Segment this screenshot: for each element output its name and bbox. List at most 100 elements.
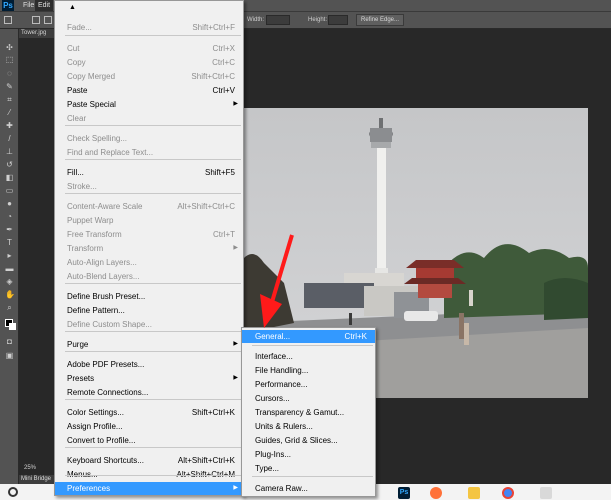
3d-tool-icon[interactable]: ◈ — [5, 277, 14, 286]
menu-item-label: Auto-Blend Layers... — [67, 272, 140, 281]
gradient-tool-icon[interactable]: ▭ — [5, 186, 14, 195]
menu-item-remote-connections[interactable]: Remote Connections... — [55, 386, 243, 399]
pref-item-interface[interactable]: Interface... — [242, 350, 375, 363]
new-selection-icon[interactable] — [32, 16, 40, 24]
menu-item-auto-blend-layers[interactable]: Auto-Blend Layers... — [55, 270, 243, 283]
menu-item-cut[interactable]: Cut Ctrl+X — [55, 42, 243, 55]
menu-item-label: Content-Aware Scale — [67, 202, 143, 211]
app-icon[interactable] — [540, 487, 552, 499]
menu-edit[interactable]: Edit — [35, 0, 54, 11]
menu-item-keyboard-shortcuts[interactable]: Keyboard Shortcuts... Alt+Shift+Ctrl+K — [55, 454, 243, 467]
menu-item-label: Assign Profile... — [67, 422, 123, 431]
menu-item-define-pattern[interactable]: Define Pattern... — [55, 304, 243, 317]
history-brush-icon[interactable]: ↺ — [5, 160, 14, 169]
menu-item-label: Interface... — [255, 352, 293, 361]
menu-item-find-and-replace-text[interactable]: Find and Replace Text... — [55, 146, 243, 159]
chrome-icon[interactable] — [502, 487, 514, 499]
menu-item-puppet-warp[interactable]: Puppet Warp — [55, 214, 243, 227]
screen-mode-icon[interactable]: ▣ — [5, 351, 14, 360]
lasso-tool-icon[interactable]: ◌ — [5, 69, 14, 78]
menu-item-content-aware-scale[interactable]: Content-Aware Scale Alt+Shift+Ctrl+C — [55, 200, 243, 213]
brush-tool-icon[interactable]: / — [5, 134, 14, 143]
menu-item-presets[interactable]: Presets ▶ — [55, 372, 243, 385]
menu-item-label: Units & Rulers... — [255, 422, 313, 431]
menu-item-color-settings[interactable]: Color Settings... Shift+Ctrl+K — [55, 406, 243, 419]
shape-tool-icon[interactable]: ▬ — [5, 264, 14, 273]
clone-stamp-icon[interactable]: ⊥ — [5, 147, 14, 156]
search-icon[interactable] — [8, 487, 18, 497]
path-selection-icon[interactable]: ▸ — [5, 251, 14, 260]
menu-item-stroke[interactable]: Stroke... — [55, 180, 243, 193]
menu-item-define-brush-preset[interactable]: Define Brush Preset... — [55, 290, 243, 303]
menu-item-label: Guides, Grid & Slices... — [255, 436, 338, 445]
firefox-icon[interactable] — [430, 487, 442, 499]
menu-item-adobe-pdf-presets[interactable]: Adobe PDF Presets... — [55, 358, 243, 371]
submenu-arrow-icon: ▶ — [233, 341, 238, 347]
type-tool-icon[interactable]: T — [5, 238, 14, 247]
menu-separator — [65, 331, 241, 332]
quick-selection-icon[interactable]: ✎ — [5, 82, 14, 91]
marquee-tool-icon[interactable]: ⬚ — [5, 55, 14, 64]
menu-item-paste[interactable]: Paste Ctrl+V — [55, 84, 243, 97]
menu-item-shortcut: Alt+Shift+Ctrl+K — [177, 456, 235, 465]
dodge-tool-icon[interactable]: ◔ — [5, 212, 14, 221]
height-field[interactable] — [328, 15, 348, 25]
menu-item-label: Performance... — [255, 380, 308, 389]
pref-item-transparency-gamut[interactable]: Transparency & Gamut... — [242, 406, 375, 419]
folder-icon[interactable] — [468, 487, 480, 499]
menu-item-copy-merged[interactable]: Copy Merged Shift+Ctrl+C — [55, 70, 243, 83]
menu-item-label: Color Settings... — [67, 408, 124, 417]
pref-item-cursors[interactable]: Cursors... — [242, 392, 375, 405]
eyedropper-icon[interactable]: ⁄ — [5, 108, 14, 117]
menu-item-label: Type... — [255, 464, 280, 473]
menu-item-check-spelling[interactable]: Check Spelling... — [55, 132, 243, 145]
pen-tool-icon[interactable]: ✒ — [5, 225, 14, 234]
pref-item-plug-ins[interactable]: Plug-Ins... — [242, 448, 375, 461]
blur-tool-icon[interactable]: ● — [5, 199, 14, 208]
menu-item-label: Auto-Align Layers... — [67, 258, 137, 267]
menu-item-copy[interactable]: Copy Ctrl+C — [55, 56, 243, 69]
menu-item-shortcut: Alt+Shift+Ctrl+C — [177, 202, 235, 211]
scroll-up-arrow-icon[interactable]: ▲ — [69, 4, 76, 11]
eraser-icon[interactable]: ◧ — [5, 173, 14, 182]
menu-item-free-transform[interactable]: Free Transform Ctrl+T — [55, 228, 243, 241]
pref-item-guides-grid-slices[interactable]: Guides, Grid & Slices... — [242, 434, 375, 447]
menu-item-preferences[interactable]: Preferences ▶ — [55, 482, 243, 495]
document-tab[interactable]: Tower.jpg — [19, 29, 55, 38]
tool-preset-icon[interactable] — [4, 16, 12, 24]
menu-item-fade[interactable]: Fade... Shift+Ctrl+F — [55, 21, 243, 34]
move-tool-icon[interactable]: ✣ — [5, 43, 14, 52]
quick-mask-icon[interactable]: ◘ — [5, 337, 14, 346]
refine-edge-button[interactable]: Refine Edge... — [356, 14, 404, 26]
menu-item-fill[interactable]: Fill... Shift+F5 — [55, 166, 243, 179]
menu-separator — [65, 193, 241, 194]
background-color-swatch[interactable] — [9, 323, 16, 330]
mini-bridge-tab[interactable]: Mini Bridge — [19, 475, 55, 484]
menu-item-label: Copy — [67, 58, 86, 67]
pref-item-camera-raw[interactable]: Camera Raw... — [242, 482, 375, 495]
width-field[interactable] — [266, 15, 290, 25]
menu-item-auto-align-layers[interactable]: Auto-Align Layers... — [55, 256, 243, 269]
pref-item-file-handling[interactable]: File Handling... — [242, 364, 375, 377]
hand-tool-icon[interactable]: ✋ — [5, 290, 15, 299]
photoshop-taskbar-icon[interactable]: Ps — [398, 487, 410, 499]
preferences-submenu: General... Ctrl+K Interface... File Handlin… — [241, 327, 376, 497]
menu-item-assign-profile[interactable]: Assign Profile... — [55, 420, 243, 433]
zoom-tool-icon[interactable]: ⌕ — [5, 303, 14, 312]
pref-item-performance[interactable]: Performance... — [242, 378, 375, 391]
menu-item-clear[interactable]: Clear — [55, 112, 243, 125]
menu-item-convert-to-profile[interactable]: Convert to Profile... — [55, 434, 243, 447]
menu-item-label: Paste Special — [67, 100, 116, 109]
pref-item-type[interactable]: Type... — [242, 462, 375, 475]
menu-item-paste-special[interactable]: Paste Special ▶ — [55, 98, 243, 111]
menu-item-purge[interactable]: Purge ▶ — [55, 338, 243, 351]
menu-item-label: Keyboard Shortcuts... — [67, 456, 144, 465]
menu-item-define-custom-shape[interactable]: Define Custom Shape... — [55, 318, 243, 331]
healing-brush-icon[interactable]: ✚ — [5, 121, 14, 130]
crop-tool-icon[interactable]: ⌗ — [5, 95, 14, 104]
menu-item-shortcut: Ctrl+K — [344, 332, 367, 341]
menu-item-transform[interactable]: Transform ▶ — [55, 242, 243, 255]
zoom-level[interactable]: 25% — [24, 465, 36, 471]
pref-item-units-rulers[interactable]: Units & Rulers... — [242, 420, 375, 433]
add-selection-icon[interactable] — [44, 16, 52, 24]
